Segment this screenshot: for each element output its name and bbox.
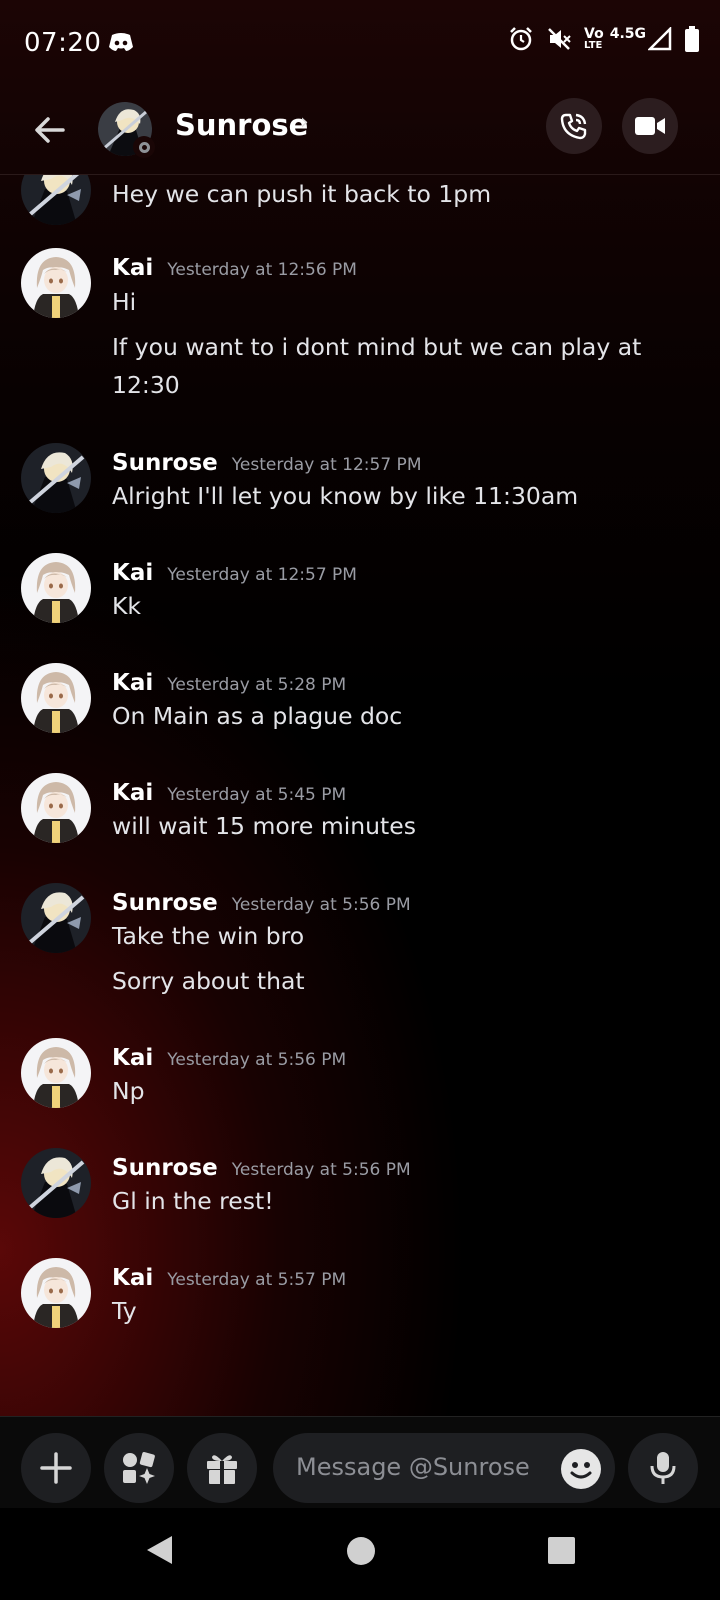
signal-icon — [648, 27, 672, 51]
gift-icon — [207, 1455, 237, 1484]
sunrose-avatar[interactable] — [21, 175, 91, 225]
message-input-placeholder: Message @Sunrose — [296, 1453, 530, 1481]
message-text[interactable]: will wait 15 more minutes — [112, 807, 672, 845]
sunrose-avatar[interactable] — [21, 883, 91, 953]
message-input[interactable]: Message @Sunrose — [273, 1433, 615, 1503]
message-timestamp: Yesterday at 12:56 PM — [167, 260, 357, 280]
message-author[interactable]: Kai — [112, 1265, 153, 1291]
apps-button[interactable] — [104, 1433, 174, 1503]
message-text[interactable]: Ty — [112, 1292, 672, 1330]
video-call-button[interactable] — [622, 98, 678, 154]
video-call-icon — [635, 117, 665, 135]
message-timestamp: Yesterday at 5:57 PM — [167, 1270, 347, 1290]
message-author[interactable]: Kai — [112, 255, 153, 281]
message-timestamp: Yesterday at 12:57 PM — [231, 455, 422, 475]
chat-screen: 07:20 Vo LTE 4.5G Sunrose › Hey we can p… — [0, 0, 720, 1600]
message-meta: Kai Yesterday at 5:28 PM — [112, 670, 346, 696]
message-text[interactable]: 12:30 — [112, 366, 672, 404]
message-author[interactable]: Sunrose — [112, 890, 218, 916]
message-author[interactable]: Kai — [112, 560, 153, 586]
sunrose-avatar[interactable] — [21, 1148, 91, 1218]
battery-icon — [685, 26, 699, 52]
message-author[interactable]: Sunrose — [112, 1155, 218, 1181]
chevron-right-icon[interactable]: › — [300, 110, 309, 135]
voice-call-icon — [560, 113, 587, 140]
volte-icon: Vo LTE — [584, 26, 604, 51]
message-meta: Kai Yesterday at 12:57 PM — [112, 560, 357, 586]
message-composer: Message @Sunrose — [0, 1416, 720, 1509]
message-meta: Kai Yesterday at 5:56 PM — [112, 1045, 346, 1071]
message-author[interactable]: Kai — [112, 1045, 153, 1071]
kai-avatar[interactable] — [21, 248, 91, 318]
message-timestamp: Yesterday at 12:57 PM — [167, 565, 357, 585]
message-author[interactable]: Kai — [112, 670, 153, 696]
kai-avatar[interactable] — [21, 1258, 91, 1328]
plus-icon — [40, 1452, 72, 1484]
message-author[interactable]: Sunrose — [112, 450, 218, 476]
message-timestamp: Yesterday at 5:56 PM — [231, 1160, 411, 1180]
message-text[interactable]: If you want to i dont mind but we can pl… — [112, 328, 672, 366]
network-type: 4.5G — [609, 26, 646, 42]
message-text[interactable]: Take the win bro — [112, 917, 672, 955]
message-text[interactable]: Np — [112, 1072, 672, 1110]
message-author[interactable]: Kai — [112, 780, 153, 806]
message-text[interactable]: Sorry about that — [112, 962, 672, 1000]
message-meta: Kai Yesterday at 12:56 PM — [112, 255, 357, 281]
message-meta: Kai Yesterday at 5:57 PM — [112, 1265, 346, 1291]
sunrose-avatar[interactable] — [21, 443, 91, 513]
message-text[interactable]: Alright I'll let you know by like 11:30a… — [112, 477, 672, 515]
kai-avatar[interactable] — [21, 773, 91, 843]
voice-call-button[interactable] — [546, 98, 602, 154]
message-text[interactable]: Gl in the rest! — [112, 1182, 672, 1220]
back-arrow-icon[interactable] — [30, 110, 70, 150]
kai-avatar[interactable] — [21, 663, 91, 733]
message-meta: Kai Yesterday at 5:45 PM — [112, 780, 346, 806]
chat-header: Sunrose › — [0, 88, 720, 175]
add-attachment-button[interactable] — [21, 1433, 91, 1503]
kai-avatar[interactable] — [21, 553, 91, 623]
message-meta: Sunrose Yesterday at 5:56 PM — [112, 890, 411, 916]
message-text[interactable]: On Main as a plague doc — [112, 697, 672, 735]
voice-message-button[interactable] — [628, 1433, 698, 1503]
nav-back-icon[interactable] — [144, 1534, 174, 1566]
status-indicator — [133, 136, 155, 158]
status-time: 07:20 — [24, 28, 102, 58]
kai-avatar[interactable] — [21, 1038, 91, 1108]
message-list[interactable]: Hey we can push it back to 1pm Kai Yesterd… — [0, 175, 720, 1415]
message-timestamp: Yesterday at 5:56 PM — [167, 1050, 347, 1070]
page-title[interactable]: Sunrose — [175, 108, 308, 142]
microphone-icon — [650, 1452, 676, 1484]
message-text[interactable]: Hi — [112, 283, 672, 321]
alarm-icon — [510, 27, 532, 51]
message-timestamp: Yesterday at 5:56 PM — [231, 895, 411, 915]
nav-recents-icon[interactable] — [548, 1537, 575, 1564]
message-meta: Sunrose Yesterday at 12:57 PM — [112, 450, 421, 476]
discord-icon — [109, 33, 133, 51]
emoji-icon[interactable] — [561, 1449, 601, 1489]
message-text[interactable]: Hey we can push it back to 1pm — [112, 175, 672, 213]
message-meta: Sunrose Yesterday at 5:56 PM — [112, 1155, 411, 1181]
message-timestamp: Yesterday at 5:45 PM — [167, 785, 347, 805]
nav-home-icon[interactable] — [346, 1536, 376, 1566]
mute-icon — [548, 28, 571, 50]
gift-button[interactable] — [187, 1433, 257, 1503]
apps-icon — [123, 1452, 155, 1484]
status-bar: 07:20 Vo LTE 4.5G — [0, 0, 720, 88]
system-nav-bar — [0, 1508, 720, 1600]
message-timestamp: Yesterday at 5:28 PM — [167, 675, 347, 695]
message-text[interactable]: Kk — [112, 587, 672, 625]
